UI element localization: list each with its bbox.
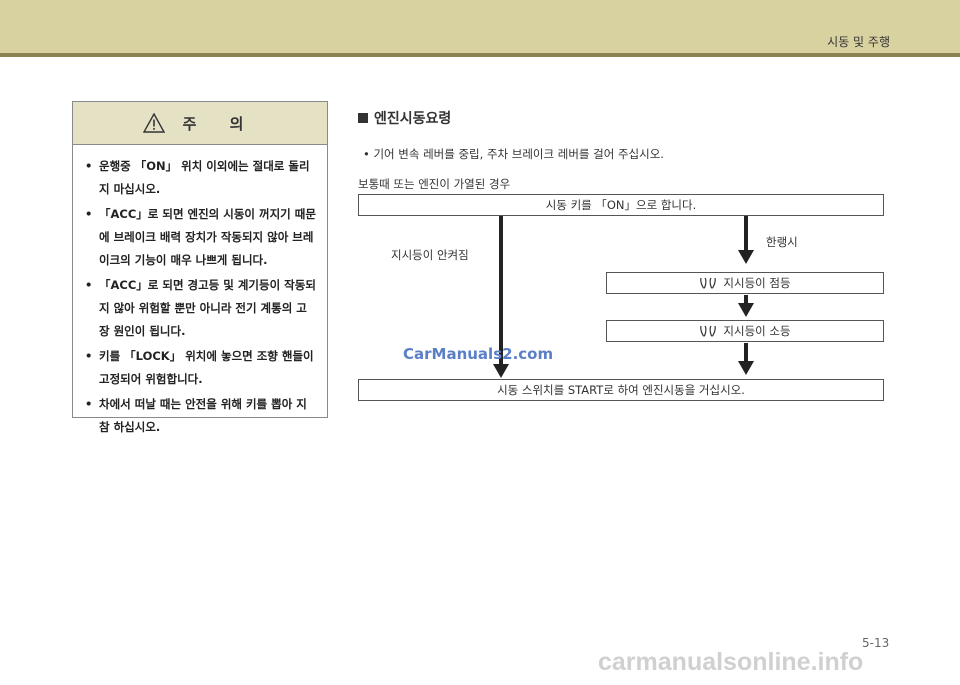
footer-watermark: carmanualsonline.info: [598, 648, 864, 676]
arrow-down: [738, 343, 754, 375]
page-number: 5-13: [862, 636, 890, 650]
arrow-down: [738, 216, 754, 264]
flow-arrows: [493, 216, 754, 378]
watermark-text: CarManuals2.com: [403, 345, 554, 363]
arrow-down: [738, 295, 754, 317]
